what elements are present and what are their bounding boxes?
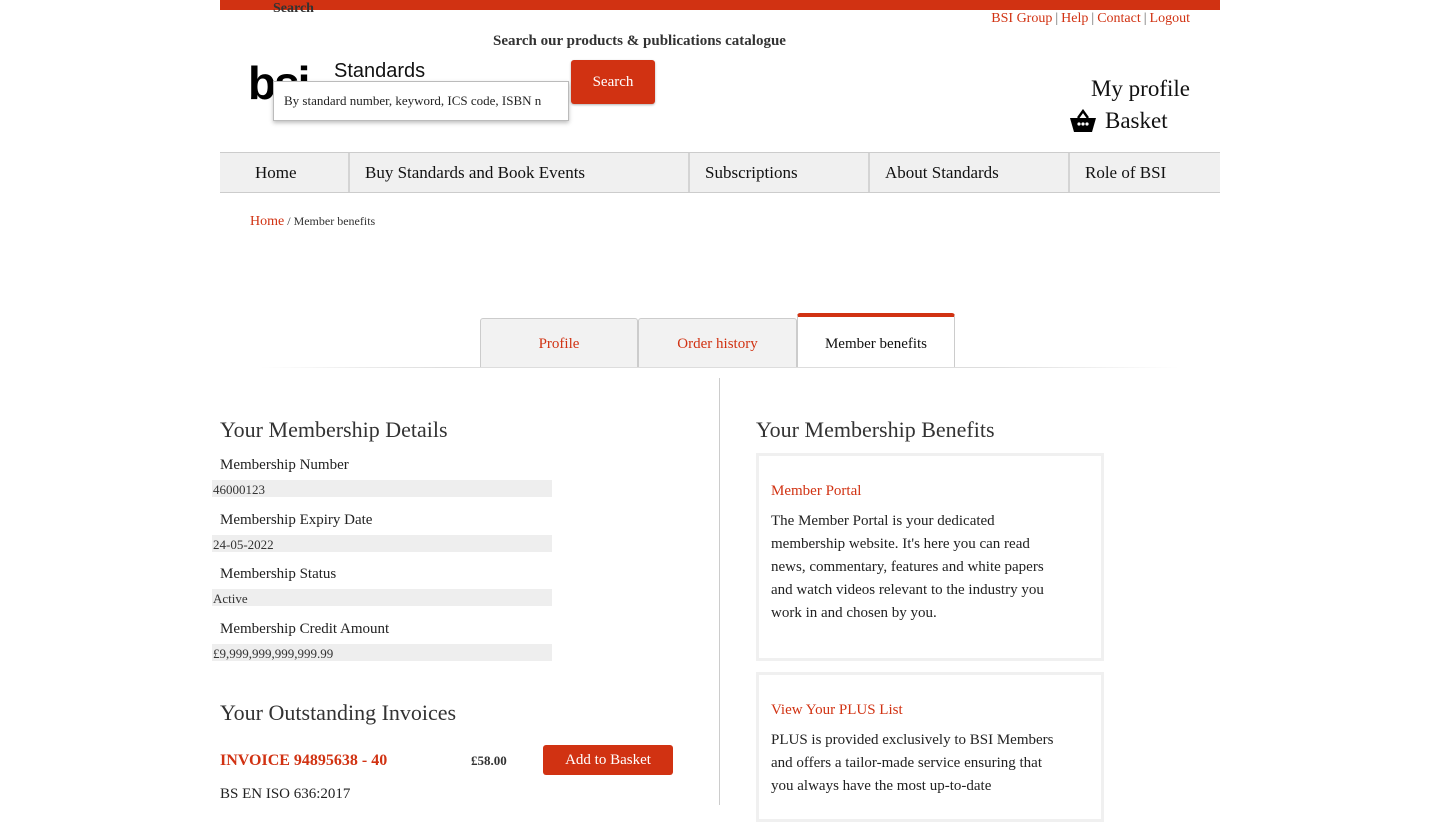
invoice-price: £58.00 xyxy=(471,753,507,768)
logout-link[interactable]: Logout xyxy=(1150,11,1190,26)
membership-status-value: Active xyxy=(212,589,552,606)
membership-status-label: Membership Status xyxy=(220,566,337,582)
column-divider xyxy=(719,378,720,805)
nav-home[interactable]: Home xyxy=(220,153,350,192)
membership-expiry-label: Membership Expiry Date xyxy=(220,512,373,528)
membership-credit-label: Membership Credit Amount xyxy=(220,621,390,637)
add-to-basket-button[interactable]: Add to Basket xyxy=(543,745,673,775)
separator: | xyxy=(1143,11,1147,26)
contact-link[interactable]: Contact xyxy=(1097,11,1141,26)
membership-expiry-value: 24-05-2022 xyxy=(212,535,552,552)
separator: | xyxy=(1055,11,1059,26)
main-nav: Home Buy Standards and Book Events Subsc… xyxy=(220,152,1220,193)
nav-buy-standards[interactable]: Buy Standards and Book Events xyxy=(350,153,690,192)
basket-icon xyxy=(1070,109,1096,132)
membership-details-heading: Your Membership Details xyxy=(220,417,448,442)
nav-about-standards[interactable]: About Standards xyxy=(870,153,1070,192)
membership-benefits-heading: Your Membership Benefits xyxy=(756,417,995,442)
top-links: BSI Group | Help | Contact | Logout xyxy=(991,11,1190,27)
nav-subscriptions[interactable]: Subscriptions xyxy=(690,153,870,192)
search-button[interactable]: Search xyxy=(571,60,655,104)
my-profile-link[interactable]: My profile xyxy=(1091,76,1190,102)
bsi-group-link[interactable]: BSI Group xyxy=(991,11,1052,26)
membership-number-label: Membership Number xyxy=(220,457,349,473)
logo-subtext: Standards xyxy=(334,60,426,82)
basket-link[interactable]: Basket xyxy=(1069,108,1168,134)
plus-list-link[interactable]: View Your PLUS List xyxy=(771,702,1089,719)
tab-underline xyxy=(260,367,1180,368)
benefit-card-plus-list: View Your PLUS List PLUS is provided exc… xyxy=(756,672,1104,822)
basket-label: Basket xyxy=(1105,108,1168,133)
top-accent-bar xyxy=(220,0,1220,10)
breadcrumb-home[interactable]: Home xyxy=(250,214,284,229)
invoice-standard: BS EN ISO 636:2017 xyxy=(220,786,351,802)
separator: | xyxy=(1091,11,1095,26)
nav-role-of-bsi[interactable]: Role of BSI xyxy=(1070,153,1220,192)
search-label: Search xyxy=(273,1,314,16)
search-input[interactable] xyxy=(273,81,569,121)
tab-order-history[interactable]: Order history xyxy=(638,318,797,367)
help-link[interactable]: Help xyxy=(1061,11,1088,26)
member-portal-description: The Member Portal is your dedicated memb… xyxy=(771,513,1044,621)
tab-member-benefits[interactable]: Member benefits xyxy=(797,313,955,368)
breadcrumb-current: Member benefits xyxy=(293,214,376,228)
catalogue-title: Search our products & publications catal… xyxy=(493,33,786,49)
member-portal-link[interactable]: Member Portal xyxy=(771,483,1089,500)
invoice-title[interactable]: INVOICE 94895638 - 40 xyxy=(220,752,387,770)
outstanding-invoices-heading: Your Outstanding Invoices xyxy=(220,700,457,725)
membership-credit-value: £9,999,999,999,999.99 xyxy=(212,644,552,661)
tab-profile[interactable]: Profile xyxy=(480,318,638,367)
benefit-card-member-portal: Member Portal The Member Portal is your … xyxy=(756,453,1104,661)
plus-list-description: PLUS is provided exclusively to BSI Memb… xyxy=(771,732,1054,794)
membership-number-value: 46000123 xyxy=(212,480,552,497)
breadcrumb: Home / Member benefits xyxy=(250,214,376,229)
